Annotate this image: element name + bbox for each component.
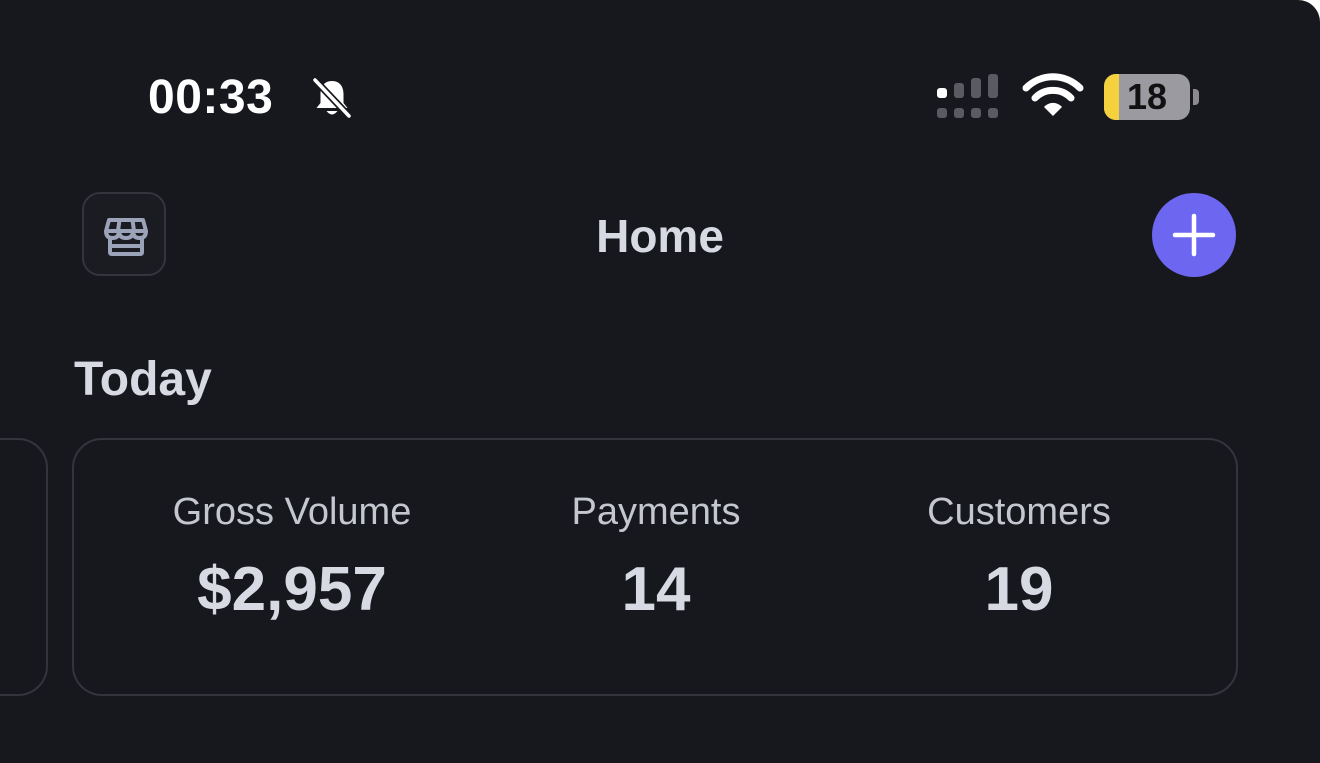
stat-payments: Payments 14 [476, 488, 836, 626]
stat-label: Payments [571, 491, 741, 533]
stat-label: Gross Volume [172, 491, 412, 533]
plus-icon [1172, 213, 1216, 257]
battery-icon: 18 [1104, 74, 1200, 120]
previous-card-peek[interactable] [0, 438, 48, 696]
add-button[interactable] [1152, 193, 1236, 277]
store-button[interactable] [82, 192, 166, 276]
today-stats-card[interactable]: Gross Volume $2,957 Payments 14 Customer… [72, 438, 1238, 696]
wifi-icon [1022, 73, 1084, 116]
stat-value: 19 [984, 555, 1054, 624]
app-screen: 00:33 18 Home Today Gross Volume $2,957 … [0, 0, 1320, 763]
battery-body: 18 [1104, 74, 1190, 120]
cellular-signal-icon [937, 74, 998, 118]
stat-gross-volume: Gross Volume $2,957 [112, 488, 472, 626]
battery-cap [1193, 89, 1199, 105]
storefront-icon [104, 218, 148, 256]
battery-level-text: 18 [1126, 76, 1168, 117]
bell-slash-icon [311, 76, 353, 120]
section-title-today: Today [74, 353, 212, 406]
stat-label: Customers [927, 491, 1111, 533]
page-title: Home [596, 210, 724, 262]
stat-value: $2,957 [197, 555, 387, 624]
stat-customers: Customers 19 [839, 488, 1199, 626]
status-time: 00:33 [148, 71, 274, 124]
stat-value: 14 [621, 555, 691, 624]
